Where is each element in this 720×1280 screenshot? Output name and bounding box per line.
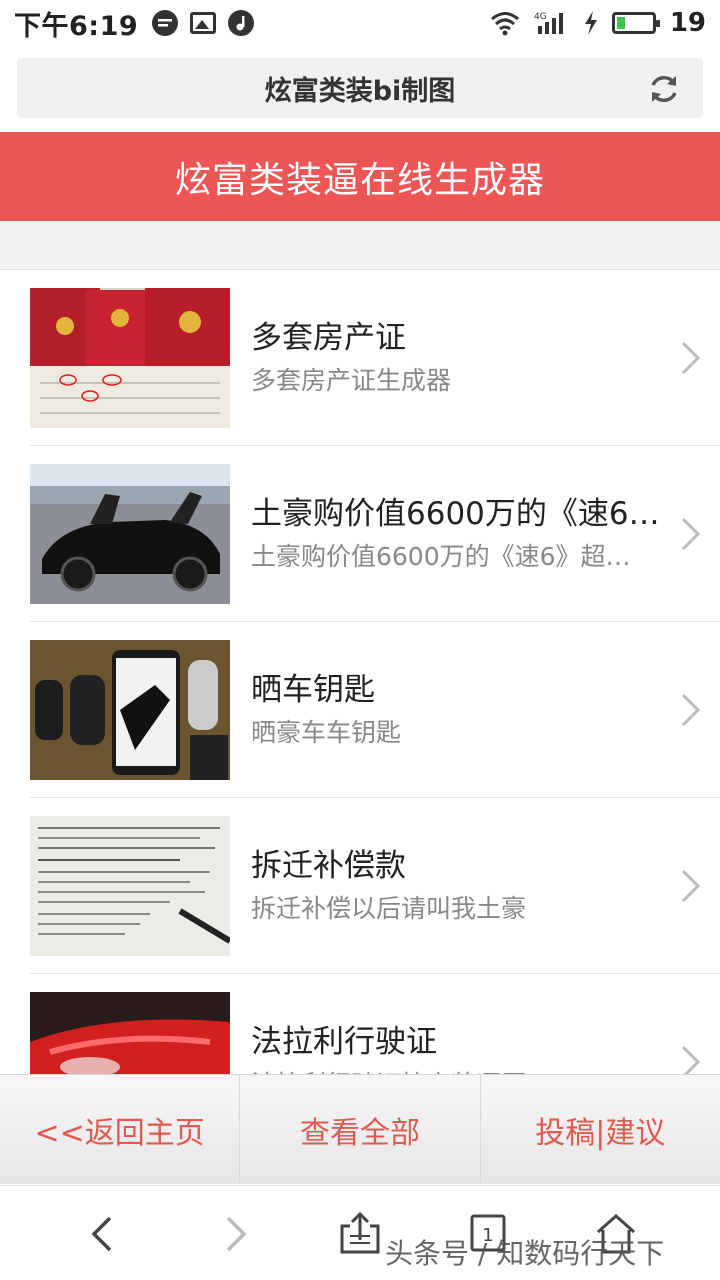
back-home-button[interactable]: <<返回主页 <box>0 1075 241 1184</box>
battery-icon <box>611 12 660 34</box>
compensation-document-thumbnail <box>30 815 230 956</box>
charging-icon <box>584 11 597 35</box>
car-keys-thumbnail <box>30 639 230 780</box>
page-title: 炫富类装bi制图 <box>264 75 456 107</box>
header-banner: 炫富类装逼在线生成器 <box>0 132 720 221</box>
image-icon <box>190 12 217 34</box>
action-bar: <<返回主页 查看全部 投稿|建议 <box>0 1074 720 1184</box>
item-subtitle: 土豪购价值6600万的《速6》超… <box>251 541 631 571</box>
forward-arrow-icon[interactable] <box>210 1210 258 1258</box>
watermark: 头条号 / 知数码行天下 <box>385 1237 665 1270</box>
chevron-right-icon <box>681 1045 701 1075</box>
list-item[interactable]: 多套房产证 多套房产证生成器 <box>30 270 720 446</box>
list-item[interactable]: 晒车钥匙 晒豪车车钥匙 <box>30 622 720 798</box>
chevron-right-icon <box>681 869 701 903</box>
spacer <box>0 221 720 270</box>
supercar-thumbnail <box>30 463 230 604</box>
item-subtitle: 拆迁补偿以后请叫我土豪 <box>251 893 527 923</box>
header-title: 炫富类装逼在线生成器 <box>174 159 545 201</box>
battery-level <box>616 17 625 29</box>
list-item[interactable]: 土豪购价值6600万的《速6… 土豪购价值6600万的《速6》超… <box>30 446 720 622</box>
item-subtitle: 晒豪车车钥匙 <box>251 717 402 747</box>
battery-percent: 19 <box>669 8 706 38</box>
property-certificate-thumbnail <box>30 287 230 428</box>
chevron-right-icon <box>681 517 701 551</box>
item-subtitle: 多套房产证生成器 <box>251 365 452 395</box>
item-title: 晒车钥匙 <box>251 671 375 708</box>
item-title: 拆迁补偿款 <box>251 847 406 884</box>
generator-list: 多套房产证 多套房产证生成器 土豪购价值6600万的《速6… 土豪购价值6600… <box>0 270 720 1075</box>
signal-icon: 4G <box>534 12 563 34</box>
refresh-icon[interactable] <box>647 72 681 106</box>
music-icon <box>228 10 255 36</box>
list-item[interactable]: 拆迁补偿款 拆迁补偿以后请叫我土豪 <box>30 798 720 974</box>
ferrari-license-thumbnail <box>30 991 230 1075</box>
clock: 下午6:19 <box>14 10 139 42</box>
submit-suggestion-button[interactable]: 投稿|建议 <box>481 1075 720 1184</box>
item-title: 土豪购价值6600万的《速6… <box>251 495 660 532</box>
address-bar[interactable]: 炫富类装bi制图 <box>17 58 703 118</box>
item-title: 法拉利行驶证 <box>251 1023 437 1060</box>
share-icon[interactable] <box>336 1210 384 1258</box>
view-all-button[interactable]: 查看全部 <box>240 1075 481 1184</box>
list-item[interactable]: 法拉利行驶证 法拉利行驶证拉高装逼厚 <box>30 974 720 1075</box>
back-arrow-icon[interactable] <box>80 1210 128 1258</box>
wifi-icon <box>490 12 519 36</box>
item-title: 多套房产证 <box>251 319 406 356</box>
chevron-right-icon <box>681 693 701 727</box>
chevron-right-icon <box>681 341 701 375</box>
status-bar: 下午6:19 4G 19 <box>0 0 720 46</box>
network-type: 4G <box>534 12 547 22</box>
message-icon <box>152 10 179 36</box>
